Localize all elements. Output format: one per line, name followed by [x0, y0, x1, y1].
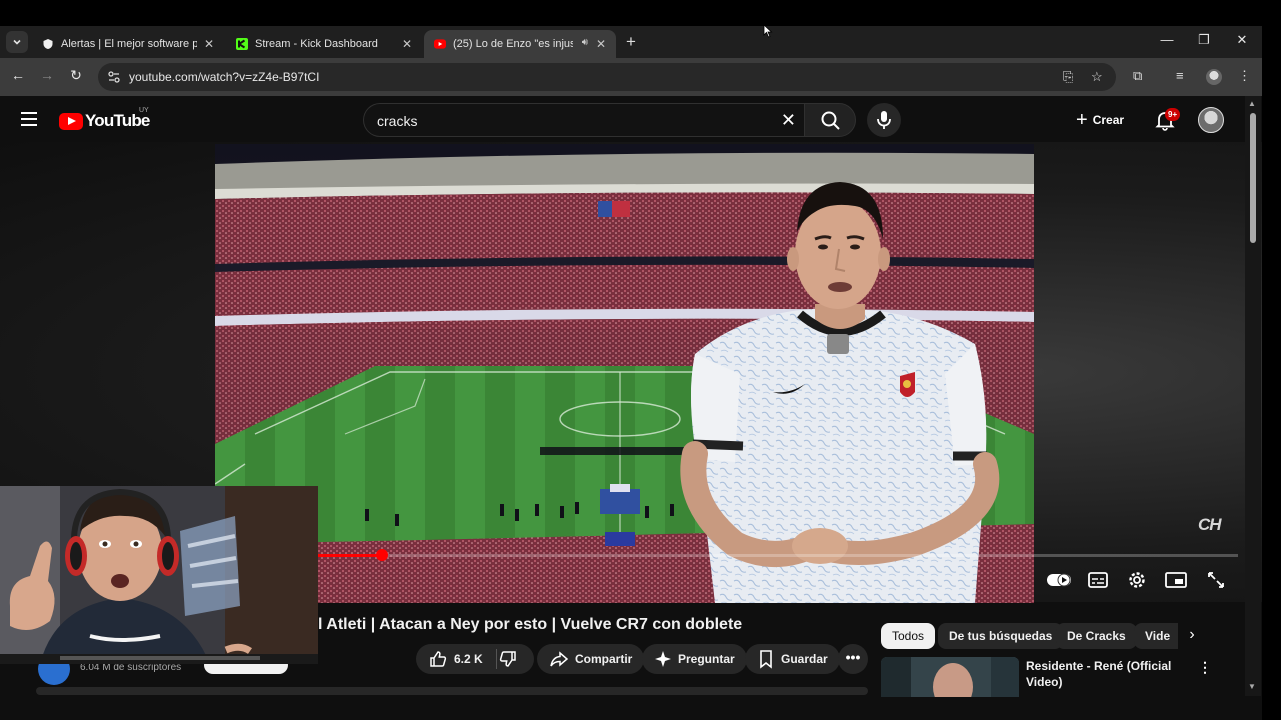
country-code: UY	[139, 107, 149, 114]
save-label: Guardar	[781, 652, 828, 666]
thumbs-up-icon	[430, 651, 447, 667]
close-tab-icon[interactable]: ✕	[402, 37, 412, 51]
scroll-down-arrow-icon[interactable]: ▼	[1248, 682, 1256, 691]
search-input[interactable]: cracks ✕	[363, 103, 804, 137]
chip-all[interactable]: Todos	[881, 623, 936, 649]
voice-search-button[interactable]	[867, 103, 901, 137]
video-player[interactable]	[215, 144, 1034, 603]
settings-gear-icon[interactable]	[1125, 570, 1149, 590]
like-count: 6.2 K	[454, 652, 483, 666]
address-bar[interactable]: youtube.com/watch?v=zZ4e-B97tCI ⎘ ☆	[98, 63, 1116, 91]
speaker-icon[interactable]: 🔊︎	[582, 37, 588, 48]
forward-arrow-icon[interactable]: →	[38, 67, 56, 83]
browser-menu-icon[interactable]: ⋮	[1238, 68, 1251, 84]
scrollbar-thumb[interactable]	[1250, 113, 1256, 243]
video-frame	[215, 144, 1034, 603]
youtube-page: YouTube UY cracks ✕ + Crear 9+ CH l Atle…	[0, 96, 1262, 720]
more-actions-button[interactable]: •••	[838, 644, 868, 674]
share-arrow-icon	[550, 651, 569, 667]
clear-search-icon[interactable]: ✕	[781, 110, 796, 131]
extensions-icon[interactable]: ⧉	[1133, 68, 1142, 84]
save-button[interactable]: Guardar	[745, 644, 840, 674]
search-button[interactable]	[804, 103, 856, 137]
browser-tab-kick[interactable]: Stream - Kick Dashboard ✕	[226, 30, 422, 58]
microphone-icon	[877, 111, 891, 129]
miniplayer-icon[interactable]	[1164, 570, 1188, 590]
youtube-icon	[434, 38, 446, 50]
fullscreen-icon[interactable]	[1204, 570, 1228, 590]
site-settings-icon[interactable]	[106, 69, 122, 85]
page-scrollbar[interactable]: ▲ ▼	[1245, 96, 1261, 696]
browser-tab-strip: Alertas | El mejor software para ✕ Strea…	[0, 26, 1262, 58]
ask-label: Preguntar	[678, 652, 735, 666]
search-icon	[821, 111, 840, 130]
kick-icon	[236, 38, 248, 50]
reload-icon[interactable]: ↻	[67, 67, 85, 84]
share-label: Compartir	[575, 652, 633, 666]
create-label: Crear	[1092, 113, 1125, 127]
hamburger-menu-icon[interactable]	[21, 112, 37, 126]
youtube-header: YouTube UY cracks ✕ + Crear 9+	[0, 96, 1262, 142]
chevron-down-icon	[13, 39, 21, 45]
close-window-icon[interactable]: ✕	[1232, 32, 1252, 48]
video-progress-track[interactable]	[318, 554, 1238, 557]
chip-videos[interactable]: Vide	[1134, 623, 1178, 649]
webcam-image	[0, 486, 318, 664]
kebab-menu-icon[interactable]: ⋮	[1198, 659, 1212, 676]
chip-de-cracks[interactable]: De Cracks	[1056, 623, 1137, 649]
browser-toolbar: ← → ↻ youtube.com/watch?v=zZ4e-B97tCI ⎘ …	[0, 58, 1262, 96]
account-avatar[interactable]	[1198, 107, 1224, 133]
tab-title: (25) Lo de Enzo "es injusto"	[453, 38, 573, 50]
plus-icon: +	[1076, 109, 1088, 131]
browser-tab-alertas[interactable]: Alertas | El mejor software para ✕	[32, 30, 224, 58]
thumbs-down-icon[interactable]	[498, 649, 518, 669]
recommended-title[interactable]: Residente - René (Official Video)	[1026, 658, 1176, 690]
mouse-cursor-icon	[763, 24, 773, 38]
notification-badge: 9+	[1165, 108, 1181, 121]
recommended-thumbnail[interactable]	[881, 657, 1019, 697]
video-progress-fill	[318, 554, 383, 557]
ask-button[interactable]: Preguntar	[642, 644, 747, 674]
bookmark-star-icon[interactable]: ☆	[1091, 69, 1103, 85]
media-control-icon[interactable]: ≡	[1176, 68, 1184, 83]
like-divider	[496, 649, 497, 669]
tab-search-button[interactable]	[6, 31, 28, 53]
restore-icon[interactable]: ❐	[1194, 32, 1214, 48]
minimize-icon[interactable]: —	[1157, 32, 1177, 47]
create-button[interactable]: + Crear	[1066, 105, 1134, 135]
shield-icon	[42, 38, 54, 50]
description-panel-edge	[36, 687, 868, 695]
install-app-icon[interactable]: ⎘	[1063, 69, 1073, 85]
browser-tab-youtube[interactable]: (25) Lo de Enzo "es injusto" 🔊︎ ✕	[424, 30, 616, 58]
webcam-overlay	[0, 486, 318, 664]
youtube-logo[interactable]: YouTube	[59, 111, 150, 131]
close-tab-icon[interactable]: ✕	[596, 37, 606, 51]
subtitles-icon[interactable]	[1086, 570, 1110, 590]
like-button[interactable]: 6.2 K	[416, 644, 534, 674]
new-tab-button[interactable]: +	[622, 32, 640, 52]
tab-title: Stream - Kick Dashboard	[255, 38, 378, 50]
youtube-play-icon	[59, 112, 83, 130]
video-title: l Atleti | Atacan a Ney por esto | Vuelv…	[318, 616, 743, 633]
sparkle-icon	[655, 651, 671, 667]
share-button[interactable]: Compartir	[537, 644, 645, 674]
thumbnail-image	[881, 657, 1019, 697]
profile-avatar[interactable]	[1206, 69, 1222, 85]
chevron-right-icon[interactable]: ›	[1182, 626, 1202, 646]
logo-text: YouTube	[85, 111, 150, 130]
channel-watermark: CH	[1198, 515, 1222, 534]
autoplay-toggle[interactable]	[1046, 570, 1072, 590]
tab-title: Alertas | El mejor software para	[61, 38, 197, 50]
screen: Alertas | El mejor software para ✕ Strea…	[0, 0, 1281, 720]
close-tab-icon[interactable]: ✕	[204, 37, 214, 51]
bookmark-icon	[760, 650, 772, 669]
scroll-up-arrow-icon[interactable]: ▲	[1248, 99, 1256, 108]
url-text: youtube.com/watch?v=zZ4e-B97tCI	[129, 70, 320, 84]
chip-from-searches[interactable]: De tus búsquedas	[938, 623, 1064, 649]
back-arrow-icon[interactable]: ←	[9, 67, 27, 83]
search-value: cracks	[377, 113, 418, 129]
